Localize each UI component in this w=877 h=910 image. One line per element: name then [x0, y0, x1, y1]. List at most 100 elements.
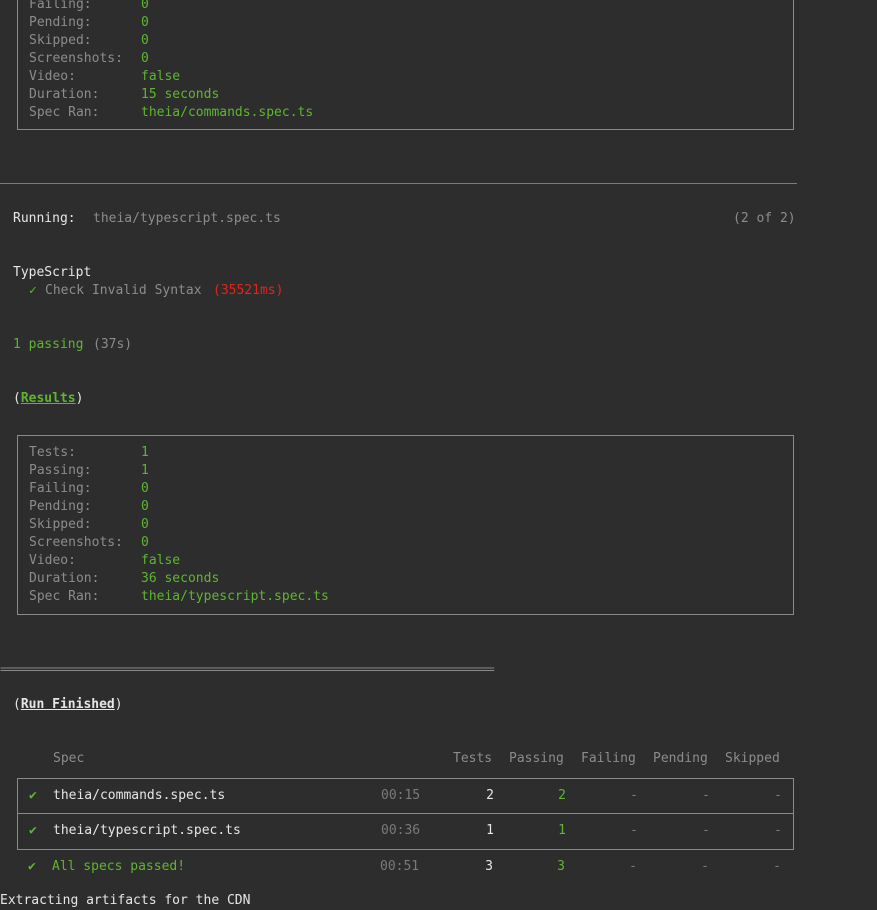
check-icon: ✓ — [29, 283, 37, 298]
result-row: Spec Ran: theia/typescript.spec.ts — [29, 588, 789, 606]
passing-summary: 1 passing — [13, 337, 84, 352]
header-tests: Tests — [453, 751, 493, 766]
result-key: Screenshots: — [29, 51, 123, 66]
run-finished-open: ( — [13, 697, 21, 712]
result-value: 0 — [141, 15, 149, 30]
tests-count: 1 — [486, 823, 494, 838]
spec-duration: 00:15 — [381, 788, 421, 803]
result-value: 0 — [141, 51, 149, 66]
result-value: 0 — [141, 535, 149, 550]
result-row: Duration: 36 seconds — [29, 570, 789, 588]
result-row: Pending: 0 — [29, 498, 789, 516]
result-key: Video: — [29, 553, 76, 568]
results-open: ( — [13, 391, 21, 406]
header-skipped: Skipped — [725, 751, 780, 766]
spec-name: theia/commands.spec.ts — [53, 788, 226, 803]
result-row: Tests: 1 — [29, 444, 789, 462]
check-icon: ✔ — [29, 788, 37, 803]
result-key: Screenshots: — [29, 535, 123, 550]
check-icon: ✔ — [28, 859, 36, 874]
result-key: Pending: — [29, 15, 92, 30]
result-row: Skipped: 0 — [29, 516, 789, 534]
separator-line — [0, 183, 797, 184]
result-row: Failing: 0 — [29, 0, 789, 14]
result-key: Duration: — [29, 571, 100, 586]
table-row: ✔ theia/commands.spec.ts 00:15 2 2 - - - — [17, 778, 794, 814]
result-value: 36 seconds — [141, 571, 220, 586]
result-row: Spec Ran: theia/commands.spec.ts — [29, 104, 789, 122]
pending-count: - — [702, 823, 710, 838]
spec-duration: 00:36 — [381, 823, 421, 838]
spec-name: All specs passed! — [52, 859, 186, 874]
result-row: Skipped: 0 — [29, 32, 789, 50]
failing-count: - — [630, 788, 638, 803]
result-value: false — [141, 69, 181, 84]
running-spec: theia/typescript.spec.ts — [93, 211, 281, 226]
running-counter: (2 of 2) — [733, 211, 796, 226]
skipped-count: - — [774, 788, 782, 803]
result-key: Pending: — [29, 499, 92, 514]
result-row: Screenshots: 0 — [29, 50, 789, 68]
results-label: Results — [20, 391, 76, 406]
result-row: Failing: 0 — [29, 480, 789, 498]
skipped-count: - — [773, 859, 781, 874]
result-key: Tests: — [29, 445, 76, 460]
result-value: theia/commands.spec.ts — [141, 105, 314, 120]
result-row: Passing: 1 — [29, 462, 789, 480]
header-failing: Failing — [581, 751, 636, 766]
result-row: Screenshots: 0 — [29, 534, 789, 552]
table-row: ✔ theia/typescript.spec.ts 00:36 1 1 - - - — [17, 814, 794, 850]
result-row: Duration: 15 seconds — [29, 86, 789, 104]
failing-count: - — [630, 823, 638, 838]
results-close: ) — [75, 391, 84, 406]
result-row: Video: false — [29, 68, 789, 86]
skipped-count: - — [774, 823, 782, 838]
result-value: 0 — [141, 33, 149, 48]
result-value: 0 — [141, 517, 149, 532]
footer-text: Extracting artifacts for the CDN — [0, 893, 251, 908]
result-value: 15 seconds — [141, 87, 220, 102]
result-row: Video: false — [29, 552, 789, 570]
running-label: Running: — [13, 211, 76, 226]
spec-name: theia/typescript.spec.ts — [53, 823, 241, 838]
result-key: Passing: — [29, 463, 92, 478]
result-value: 0 — [141, 0, 149, 12]
header-passing: Passing — [509, 751, 564, 766]
passing-count: 3 — [557, 859, 565, 874]
results-heading: (Results) — [13, 390, 83, 408]
tests-count: 3 — [485, 859, 493, 874]
passing-count: 1 — [558, 823, 566, 838]
header-spec: Spec — [53, 751, 85, 766]
double-rule: ========================================… — [0, 662, 495, 676]
run-finished-heading: (Run Finished) — [13, 696, 123, 714]
result-key: Failing: — [29, 481, 92, 496]
header-pending: Pending — [653, 751, 708, 766]
result-key: Duration: — [29, 87, 100, 102]
failing-count: - — [629, 859, 637, 874]
result-key: Skipped: — [29, 33, 92, 48]
suite-name: TypeScript — [13, 265, 92, 280]
table-row: ✔ All specs passed! 00:51 3 3 - - - — [17, 850, 794, 886]
result-key: Spec Ran: — [29, 105, 100, 120]
test-name: Check Invalid Syntax — [45, 283, 202, 298]
run-finished-label: Run Finished — [20, 697, 115, 712]
test-time: (35521ms) — [213, 283, 284, 298]
result-key: Spec Ran: — [29, 589, 100, 604]
result-row: Pending: 0 — [29, 14, 789, 32]
check-icon: ✔ — [29, 823, 37, 838]
result-value: theia/typescript.spec.ts — [141, 589, 329, 604]
result-value: false — [141, 553, 181, 568]
result-value: 0 — [141, 499, 149, 514]
passing-time: (37s) — [93, 337, 133, 352]
pending-count: - — [702, 788, 710, 803]
result-key: Failing: — [29, 0, 92, 12]
tests-count: 2 — [486, 788, 494, 803]
pending-count: - — [701, 859, 709, 874]
result-key: Skipped: — [29, 517, 92, 532]
spec-duration: 00:51 — [380, 859, 420, 874]
result-value: 1 — [141, 463, 149, 478]
passing-count: 2 — [558, 788, 566, 803]
result-value: 0 — [141, 481, 149, 496]
result-key: Video: — [29, 69, 76, 84]
run-finished-close: ) — [114, 697, 123, 712]
